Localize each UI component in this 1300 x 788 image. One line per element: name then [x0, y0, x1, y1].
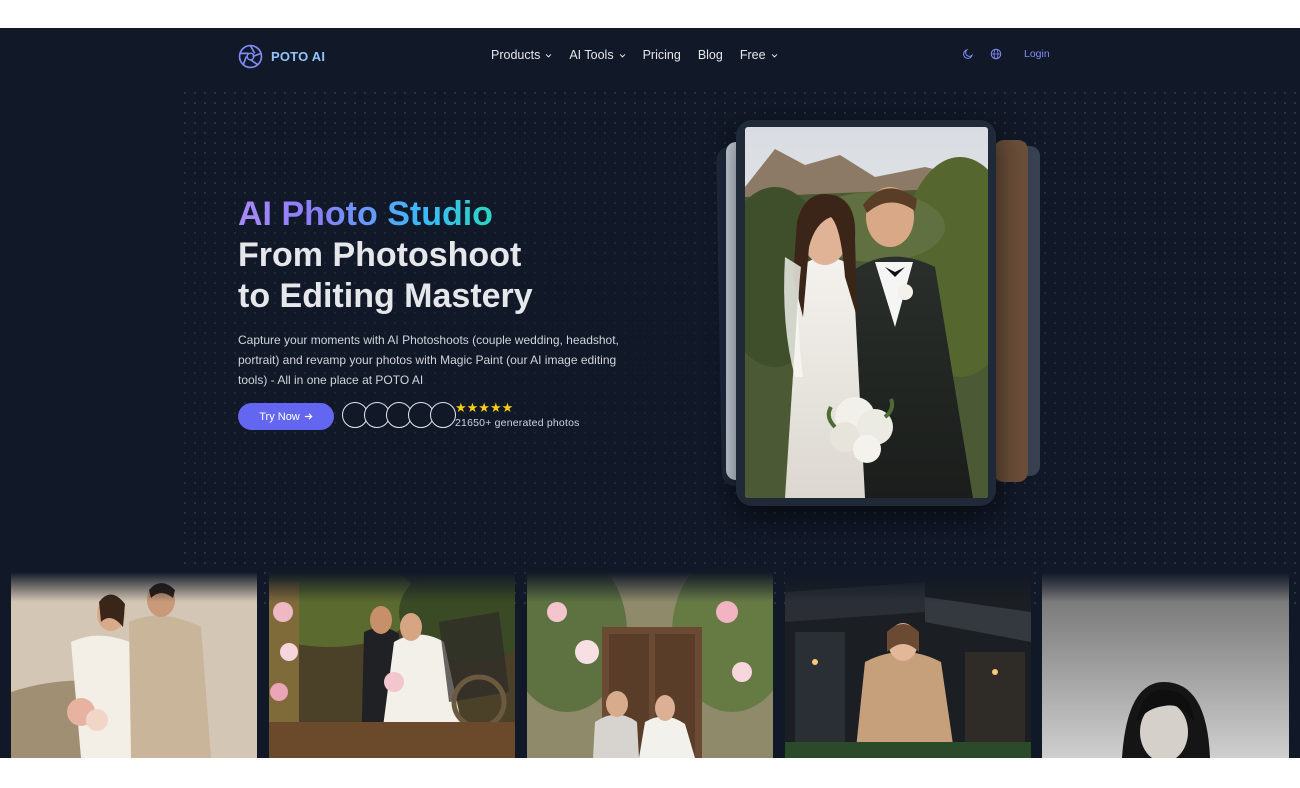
hero-description: Capture your moments with AI Photoshoots… — [238, 333, 619, 387]
hero-title-line-2: From Photoshoot — [238, 236, 522, 274]
nav-pricing-label: Pricing — [642, 48, 681, 62]
avatar — [430, 402, 456, 428]
login-link[interactable]: Login — [1024, 48, 1050, 60]
chevron-down-icon — [771, 53, 777, 58]
try-now-label: Try Now — [259, 410, 300, 423]
top-navbar: POTO AI Products AI Tools Pricing Blog F… — [0, 28, 1300, 84]
nav-actions: Login — [962, 48, 1050, 60]
try-now-button[interactable]: Try Now — [238, 403, 334, 430]
gallery-top-fade — [785, 572, 1031, 602]
gallery-item[interactable] — [269, 572, 515, 758]
hero-title-line-3: to Editing Mastery — [238, 277, 533, 315]
page-viewport: POTO AI Products AI Tools Pricing Blog F… — [0, 28, 1300, 758]
nav-menu: Products AI Tools Pricing Blog Free — [491, 48, 778, 62]
nav-free-label: Free — [739, 48, 766, 62]
nav-blog-label: Blog — [697, 48, 723, 62]
brand-name: POTO AI — [271, 49, 326, 64]
gallery-item[interactable] — [11, 572, 257, 758]
chevron-down-icon — [619, 53, 625, 58]
brand-logo[interactable]: POTO AI — [238, 44, 325, 69]
user-avatar-group — [342, 402, 456, 430]
moon-icon[interactable] — [962, 48, 974, 60]
hero-title-gradient: AI Photo Studio — [238, 195, 493, 233]
nav-blog[interactable]: Blog — [698, 48, 723, 62]
nav-ai-tools-label: AI Tools — [569, 48, 614, 62]
nav-pricing[interactable]: Pricing — [643, 48, 681, 62]
nav-free[interactable]: Free — [740, 48, 778, 62]
nav-products[interactable]: Products — [491, 48, 552, 62]
gallery-item[interactable] — [1042, 572, 1289, 758]
gallery-item[interactable] — [527, 572, 773, 758]
wedding-couple-photo — [745, 127, 988, 498]
arrow-right-icon — [304, 413, 313, 420]
chevron-down-icon — [546, 53, 552, 58]
gallery-item[interactable] — [785, 572, 1031, 758]
globe-icon[interactable] — [990, 48, 1002, 60]
gallery-top-fade — [1042, 572, 1289, 602]
aperture-logo-icon — [238, 44, 263, 69]
nav-ai-tools[interactable]: AI Tools — [569, 48, 625, 62]
generated-photos-count: 21650+ generated photos — [455, 417, 580, 429]
photo-stack-card — [994, 140, 1028, 482]
rating-stars: ★★★★★ — [455, 400, 514, 415]
nav-products-label: Products — [491, 48, 541, 62]
gallery-top-fade — [11, 572, 257, 602]
gallery-top-fade — [527, 572, 773, 602]
gallery-top-fade — [269, 572, 515, 602]
